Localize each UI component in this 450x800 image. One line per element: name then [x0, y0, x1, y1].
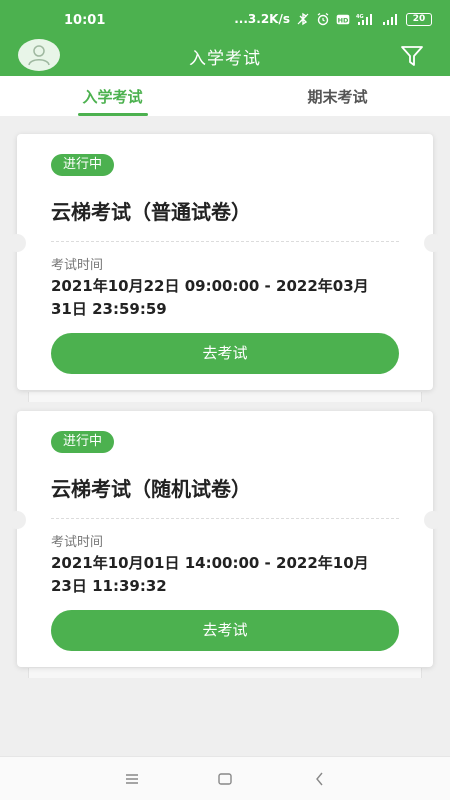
tab-final-exam[interactable]: 期末考试	[225, 76, 450, 116]
status-bar: 10:01 ...3.2K/s HD 4G 20	[0, 0, 450, 40]
status-badge: 进行中	[51, 154, 115, 176]
net-speed: ...3.2K/s	[234, 12, 290, 26]
card-stack-edge	[28, 392, 422, 402]
filter-icon[interactable]	[400, 45, 424, 67]
card-notch	[424, 511, 442, 529]
exam-title: 云梯考试（普通试卷）	[51, 200, 251, 224]
svg-text:4G: 4G	[356, 14, 364, 20]
card-stack-edge	[28, 668, 422, 678]
page-title: 入学考试	[189, 49, 261, 69]
tab-entrance-exam[interactable]: 入学考试	[0, 76, 225, 116]
menu-icon[interactable]	[124, 771, 140, 787]
alarm-icon	[317, 12, 329, 26]
battery-icon: 20	[406, 12, 432, 26]
exam-card: 进行中 云梯考试（随机试卷） 考试时间 2021年10月01日 14:00:00…	[8, 411, 442, 667]
exam-card: 进行中 云梯考试（普通试卷） 考试时间 2021年10月22日 09:00:00…	[8, 134, 442, 390]
signal-icon	[383, 14, 397, 25]
start-exam-button[interactable]: 去考试	[51, 333, 399, 374]
home-icon[interactable]	[217, 771, 233, 787]
exam-tabs: 入学考试 期末考试	[0, 76, 450, 116]
hd-icon: HD	[336, 14, 350, 24]
system-nav-bar	[0, 756, 450, 800]
exam-list: 进行中 云梯考试（普通试卷） 考试时间 2021年10月22日 09:00:00…	[0, 116, 450, 756]
exam-time-label: 考试时间	[51, 535, 104, 550]
exam-time-range: 2021年10月01日 14:00:00 - 2022年10月23日 11:39…	[51, 554, 369, 595]
exam-time-label: 考试时间	[51, 258, 104, 273]
card-notch	[8, 511, 26, 529]
exam-time-range: 2021年10月22日 09:00:00 - 2022年03月31日 23:59…	[51, 277, 369, 318]
divider	[51, 241, 399, 242]
status-time: 10:01	[64, 13, 106, 28]
start-exam-button[interactable]: 去考试	[51, 610, 399, 651]
status-icons: ...3.2K/s HD 4G 20	[234, 12, 432, 26]
exam-title: 云梯考试（随机试卷）	[51, 477, 251, 501]
card-notch	[424, 234, 442, 252]
card-notch	[8, 234, 26, 252]
svg-text:HD: HD	[338, 16, 349, 24]
divider	[51, 518, 399, 519]
back-icon[interactable]	[312, 771, 328, 787]
app-header: 入学考试	[0, 39, 450, 76]
signal-4g-icon: 4G	[356, 14, 372, 25]
bluetooth-off-icon	[297, 12, 309, 26]
status-badge: 进行中	[51, 431, 115, 453]
